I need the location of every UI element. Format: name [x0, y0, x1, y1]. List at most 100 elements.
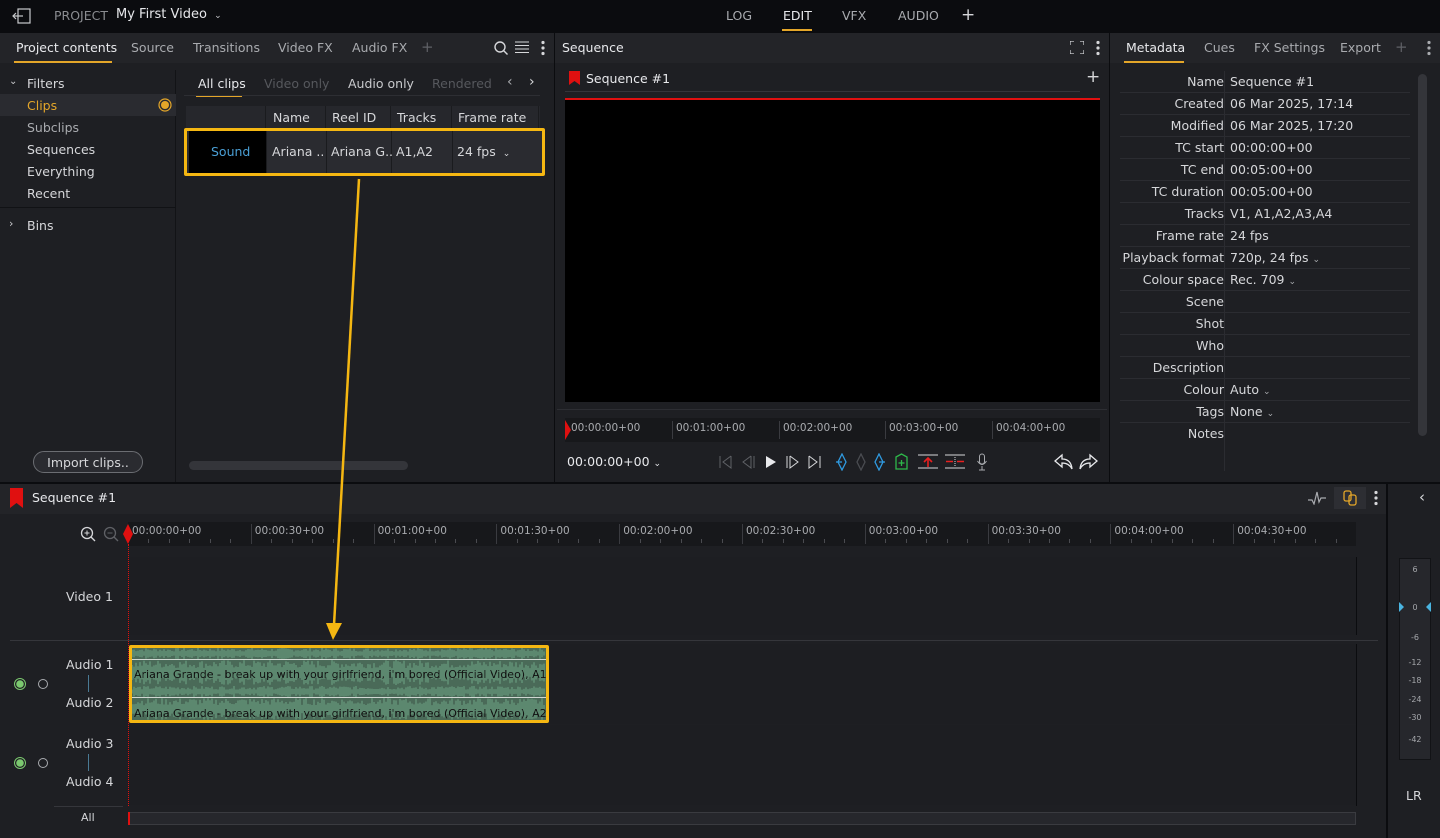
clip-tab-audio-only[interactable]: Audio only	[348, 76, 414, 91]
resize-handle[interactable]	[557, 409, 1107, 410]
record-voiceover-icon[interactable]	[976, 453, 988, 471]
filter-item-recent[interactable]: Recent	[27, 186, 70, 201]
track-enable-toggle-icon[interactable]	[13, 756, 27, 770]
redo-icon[interactable]	[1078, 453, 1098, 471]
track-solo-toggle-icon[interactable]	[36, 756, 50, 770]
scroll-tabs-right-icon[interactable]: ›	[529, 74, 535, 90]
metadata-value[interactable]: 00:05:00+00	[1230, 184, 1313, 199]
clip-tab-video-only[interactable]: Video only	[264, 76, 329, 91]
tab-project-contents[interactable]: Project contents	[16, 40, 117, 55]
viewer-timeline-ruler[interactable]: 00:00:00+00 00:01:00+00 00:02:00+00 00:0…	[565, 418, 1100, 442]
mark-in-icon[interactable]	[836, 453, 848, 471]
collapse-panel-icon[interactable]: ‹	[1419, 488, 1425, 506]
add-mode-icon[interactable]: +	[961, 5, 975, 25]
metadata-value[interactable]: 00:00:00+00	[1230, 140, 1313, 155]
more-options-icon[interactable]	[1095, 40, 1101, 56]
mode-tab-log[interactable]: LOG	[726, 8, 752, 23]
tab-fx-settings[interactable]: FX Settings	[1254, 40, 1325, 55]
extract-icon[interactable]	[945, 454, 965, 469]
metadata-value[interactable]: V1, A1,A2,A3,A4	[1230, 206, 1332, 221]
zoom-out-icon[interactable]	[103, 526, 119, 542]
tab-metadata[interactable]: Metadata	[1126, 40, 1185, 55]
go-to-start-icon[interactable]	[719, 455, 733, 469]
metadata-value-dropdown[interactable]: Rec. 709 ⌄	[1230, 272, 1296, 287]
filter-item-sequences[interactable]: Sequences	[27, 142, 95, 157]
metadata-value[interactable]: 24 fps	[1230, 228, 1269, 243]
add-tab-icon[interactable]: +	[1395, 38, 1408, 56]
timeline-ruler[interactable]: 00:00:00+00 00:00:30+00 00:01:00+00 00:01:3…	[128, 522, 1356, 546]
column-header-reel-id[interactable]: Reel ID	[332, 110, 376, 125]
search-icon[interactable]	[493, 40, 509, 56]
tab-export[interactable]: Export	[1340, 40, 1381, 55]
metadata-scrollbar[interactable]	[1418, 74, 1427, 436]
horizontal-scrollbar[interactable]	[189, 461, 408, 470]
clip-tab-all-clips[interactable]: All clips	[198, 76, 246, 91]
metadata-value[interactable]: Sequence #1	[1230, 74, 1314, 89]
mode-tab-edit[interactable]: EDIT	[783, 8, 812, 23]
filter-item-everything[interactable]: Everything	[27, 164, 95, 179]
clip-tab-rendered[interactable]: Rendered	[432, 76, 492, 91]
metadata-value-dropdown[interactable]: 720p, 24 fps ⌄	[1230, 250, 1320, 265]
add-sequence-icon[interactable]: +	[1086, 67, 1100, 87]
audio-clip[interactable]: Ariana Grande - break up with your girlf…	[129, 645, 549, 723]
project-name-dropdown[interactable]: My First Video ⌄	[116, 7, 222, 22]
clip-thumbnail[interactable]: Sound	[189, 131, 266, 173]
add-tab-icon[interactable]: +	[421, 38, 434, 56]
clip-table-row[interactable]: Sound Ariana .. Ariana G.. A1,A2 24 fps …	[184, 128, 545, 176]
tab-cues[interactable]: Cues	[1204, 40, 1235, 55]
track-solo-toggle-icon[interactable]	[36, 677, 50, 691]
audio-waveform-toggle-icon[interactable]	[1308, 491, 1326, 505]
track-enable-toggle-icon[interactable]	[13, 677, 27, 691]
metadata-value[interactable]: 00:05:00+00	[1230, 162, 1313, 177]
step-back-icon[interactable]	[741, 455, 755, 469]
ruler-minor-tick	[455, 539, 457, 543]
more-options-icon[interactable]	[540, 40, 546, 56]
metadata-value-dropdown[interactable]: Auto ⌄	[1230, 382, 1271, 397]
tab-audio-fx[interactable]: Audio FX	[352, 40, 407, 55]
list-view-icon[interactable]	[515, 41, 529, 54]
viewer-playhead-icon[interactable]	[565, 420, 571, 440]
chevron-right-icon[interactable]: ›	[9, 217, 13, 230]
timeline-playhead-icon[interactable]	[123, 524, 133, 544]
filter-item-subclips[interactable]: Subclips	[27, 120, 79, 135]
lift-icon[interactable]	[918, 454, 938, 469]
metadata-value-dropdown[interactable]: None ⌄	[1230, 404, 1274, 419]
metadata-value[interactable]: 06 Mar 2025, 17:20	[1230, 118, 1353, 133]
add-to-sequence-icon[interactable]	[895, 453, 908, 470]
clip-frame-rate-dropdown[interactable]: 24 fps ⌄	[457, 144, 510, 159]
mode-tab-audio[interactable]: AUDIO	[898, 8, 939, 23]
audio-3-4-track[interactable]	[128, 725, 1356, 805]
link-toggle-button[interactable]	[1334, 487, 1366, 509]
bins-heading[interactable]: Bins	[27, 218, 53, 233]
filter-item-clips[interactable]: Clips	[27, 98, 57, 113]
column-header-tracks[interactable]: Tracks	[397, 110, 436, 125]
add-marker-icon[interactable]	[855, 453, 867, 471]
import-clips-button[interactable]: Import clips..	[33, 451, 143, 473]
metadata-key: TC end	[1180, 162, 1224, 177]
more-options-icon[interactable]	[1373, 490, 1379, 506]
play-icon[interactable]	[764, 455, 778, 469]
undo-icon[interactable]	[1054, 453, 1074, 471]
metadata-value[interactable]: 06 Mar 2025, 17:14	[1230, 96, 1353, 111]
tab-transitions[interactable]: Transitions	[193, 40, 260, 55]
scroll-tabs-left-icon[interactable]: ‹	[507, 74, 513, 90]
zoom-in-icon[interactable]	[80, 526, 96, 542]
mode-tab-vfx[interactable]: VFX	[842, 8, 866, 23]
mark-out-icon[interactable]	[873, 453, 885, 471]
fullscreen-icon[interactable]	[1070, 41, 1084, 54]
chevron-down-icon[interactable]: ⌄	[9, 76, 17, 87]
tab-video-fx[interactable]: Video FX	[278, 40, 333, 55]
ruler-major-tick	[1233, 524, 1235, 544]
timecode-dropdown[interactable]: 00:00:00+00 ⌄	[567, 454, 661, 469]
step-forward-icon[interactable]	[786, 455, 800, 469]
filters-heading[interactable]: Filters	[27, 76, 64, 91]
tab-source[interactable]: Source	[131, 40, 174, 55]
column-header-name[interactable]: Name	[273, 110, 310, 125]
more-options-icon[interactable]	[1426, 40, 1432, 56]
video-preview[interactable]	[565, 100, 1100, 402]
exit-project-icon[interactable]	[12, 8, 32, 24]
timeline-overview-scrollbar[interactable]	[128, 812, 1356, 825]
go-to-end-icon[interactable]	[807, 455, 821, 469]
video-1-track[interactable]	[128, 557, 1356, 635]
column-header-frame-rate[interactable]: Frame rate	[458, 110, 526, 125]
